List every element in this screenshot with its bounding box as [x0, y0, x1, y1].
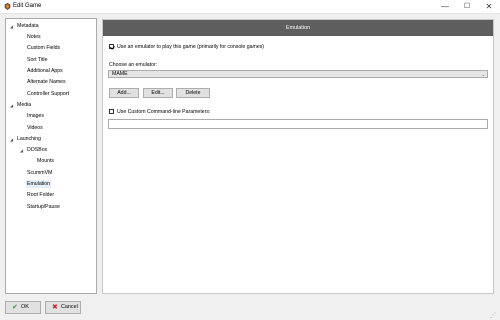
tree-item-images[interactable]: Images [27, 112, 44, 120]
delete-emulator-button[interactable]: Delete [176, 88, 210, 98]
tree-item-root-folder[interactable]: Root Folder [27, 191, 54, 199]
expand-media-icon[interactable]: ◢ [10, 103, 13, 108]
custom-params-checkbox[interactable] [109, 109, 114, 114]
tree-item-custom-fields[interactable]: Custom Fields [27, 44, 60, 52]
chevron-down-icon: ⌄ [481, 72, 485, 77]
title-bar: Edit Game — ☐ ✕ [0, 0, 500, 14]
tree-item-additional-apps[interactable]: Additional Apps [27, 67, 63, 75]
maximize-icon[interactable]: ☐ [458, 0, 476, 13]
expand-metadata-icon[interactable]: ◢ [10, 24, 13, 29]
use-emulator-checkbox[interactable] [109, 44, 114, 49]
tree-item-mounts[interactable]: Mounts [37, 157, 54, 165]
edit-emulator-button[interactable]: Edit... [143, 88, 173, 98]
tree-item-notes[interactable]: Notes [27, 33, 41, 41]
tree-item-dosbox[interactable]: DOSBox [27, 146, 47, 154]
expand-launching-icon[interactable]: ◢ [10, 137, 13, 142]
minimize-icon[interactable]: — [436, 0, 454, 13]
launchbox-icon [4, 3, 11, 10]
checkmark-icon: ✔ [12, 304, 18, 311]
cancel-label: Cancel [61, 304, 78, 310]
close-icon[interactable]: ✕ [480, 0, 498, 13]
navigation-tree[interactable]: ◢ Metadata Notes Custom Fields Sort Titl… [5, 18, 97, 294]
emulation-panel: Emulation Use an emulator to play this g… [102, 19, 494, 294]
expand-dosbox-icon[interactable]: ◢ [20, 148, 23, 153]
resize-grip-icon[interactable]: ⋰ [490, 312, 496, 319]
window-title: Edit Game [13, 3, 42, 9]
tree-item-scummvm[interactable]: ScummVM [27, 169, 52, 177]
cancel-icon: ✖ [52, 304, 58, 311]
cancel-button[interactable]: ✖ Cancel [45, 301, 81, 314]
custom-params-input[interactable] [108, 119, 488, 129]
tree-item-controller-support[interactable]: Controller Support [27, 90, 69, 98]
tree-item-alternate-names[interactable]: Alternate Names [27, 78, 66, 86]
tree-item-media[interactable]: Media [17, 101, 31, 109]
use-emulator-label[interactable]: Use an emulator to play this game (prima… [117, 44, 264, 50]
tree-item-emulation[interactable]: Emulation [26, 180, 52, 188]
add-emulator-button[interactable]: Add... [109, 88, 139, 98]
choose-emulator-label: Choose an emulator: [109, 62, 158, 68]
tree-item-launching[interactable]: Launching [17, 135, 41, 143]
panel-header: Emulation [103, 20, 493, 36]
tree-item-videos[interactable]: Videos [27, 124, 43, 132]
emulator-select[interactable]: MAME ⌄ [108, 70, 488, 78]
custom-params-label[interactable]: Use Custom Command-line Parameters: [117, 109, 210, 115]
ok-button[interactable]: ✔ OK [5, 301, 41, 314]
tree-item-sort-title[interactable]: Sort Title [27, 56, 47, 64]
emulator-select-value: MAME [112, 71, 128, 77]
tree-item-startup-pause[interactable]: Startup/Pause [27, 203, 60, 211]
ok-label: OK [21, 304, 29, 310]
tree-item-metadata[interactable]: Metadata [17, 22, 39, 30]
